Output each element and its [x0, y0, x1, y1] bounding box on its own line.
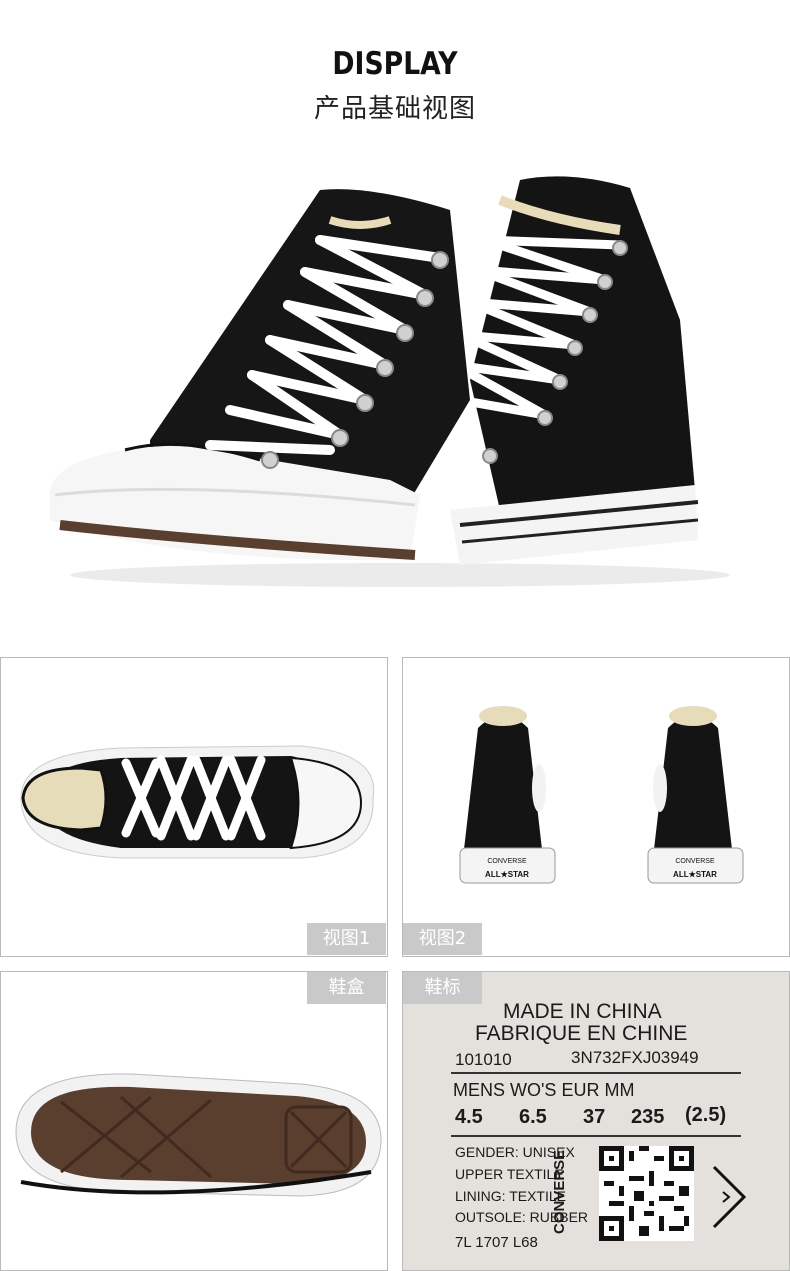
- label-size-mens: 4.5: [455, 1106, 483, 1128]
- qr-code: [599, 1146, 694, 1241]
- brand-chevron-icon: [712, 1165, 747, 1229]
- label-made-in: MADE IN CHINA: [503, 1000, 662, 1023]
- label-size-extra: (2.5): [685, 1104, 727, 1126]
- label-brand-vertical: CONVERSE: [551, 1149, 568, 1234]
- page-title: DISPLAY: [332, 46, 458, 82]
- top-view-shoe-image: [20, 745, 375, 859]
- label-divider-2: [451, 1135, 741, 1137]
- label-lining: LINING: TEXTILE: [455, 1188, 566, 1204]
- label-size-wos: 6.5: [519, 1106, 547, 1128]
- label-upper: UPPER TEXTILE: [455, 1166, 564, 1182]
- heel-brand-left: CONVERSE: [487, 858, 527, 865]
- view1-panel: [0, 657, 388, 957]
- label-footer: 7L 1707 L68: [455, 1234, 538, 1251]
- back-view-shoes-image: CONVERSE ALL★STAR CONVERSE ALL★STAR: [459, 706, 744, 884]
- label-divider: [451, 1072, 741, 1074]
- label-size-eur: 37: [583, 1106, 606, 1128]
- heel-brand-right: CONVERSE: [675, 858, 715, 865]
- page-subtitle: 产品基础视图: [313, 94, 476, 124]
- label-size-header: MENS WO'S EUR MM: [453, 1080, 635, 1100]
- hero-shoes-image: [50, 176, 730, 587]
- tag-view1: 视图1: [307, 923, 386, 955]
- view2-panel: CONVERSE ALL★STAR CONVERSE ALL★STAR: [402, 657, 790, 957]
- box-panel: [0, 971, 388, 1271]
- outsole-image: [15, 1073, 382, 1197]
- tag-label: 鞋标: [403, 972, 482, 1004]
- heel-sub-right: ALL★STAR: [673, 870, 717, 879]
- label-code-right: 3N732FXJ03949: [571, 1048, 699, 1067]
- label-panel: MADE IN CHINA FABRIQUE EN CHINE 101010 3…: [402, 971, 790, 1271]
- tag-box: 鞋盒: [307, 972, 386, 1004]
- label-code-left: 101010: [455, 1050, 512, 1069]
- label-size-mm: 235: [631, 1106, 665, 1128]
- label-outsole: OUTSOLE: RUBBER: [455, 1209, 589, 1225]
- tag-view2: 视图2: [403, 923, 482, 955]
- label-fabrique: FABRIQUE EN CHINE: [475, 1022, 688, 1045]
- heel-sub-left: ALL★STAR: [485, 870, 529, 879]
